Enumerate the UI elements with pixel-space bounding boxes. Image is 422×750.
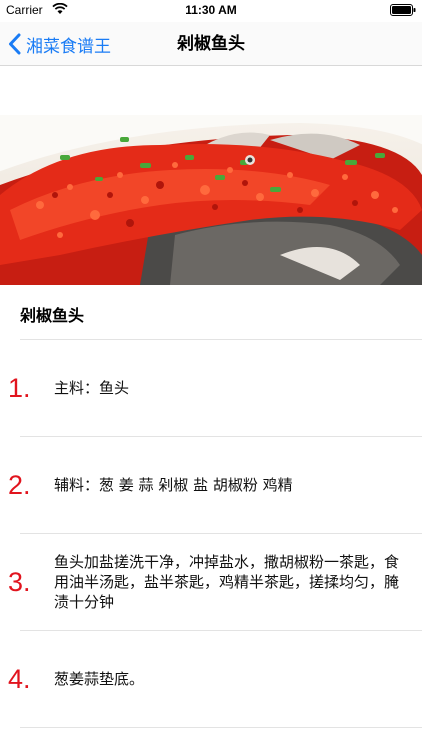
back-button-label: 湘菜食谱王	[26, 36, 111, 57]
step-text: 主料：鱼头	[54, 379, 130, 397]
step-number: 1.	[8, 373, 31, 403]
step-text: 辅料：葱 姜 蒜 剁椒 盐 胡椒粉 鸡精	[54, 476, 293, 494]
dish-image	[0, 115, 422, 285]
navigation-bar: 剁椒鱼头 湘菜食谱王	[0, 22, 422, 66]
divider	[20, 727, 422, 728]
fish-head-photo	[0, 115, 422, 285]
battery-icon	[390, 4, 416, 16]
step-text: 葱姜蒜垫底。	[54, 670, 145, 688]
list-item: 1. 主料：鱼头	[0, 340, 422, 437]
chevron-left-icon	[9, 33, 21, 55]
list-item: 3. 鱼头加盐搓洗干净，冲掉盐水，撒胡椒粉一茶匙，食用油半汤匙，盐半茶匙，鸡精半…	[0, 534, 422, 631]
status-time: 11:30 AM	[185, 3, 237, 17]
recipe-title: 剁椒鱼头	[20, 306, 85, 325]
status-bar: Carrier 11:30 AM	[0, 0, 422, 22]
list-item: 2. 辅料：葱 姜 蒜 剁椒 盐 胡椒粉 鸡精	[0, 437, 422, 534]
step-number: 2.	[8, 470, 31, 500]
step-text: 鱼头加盐搓洗干净，冲掉盐水，撒胡椒粉一茶匙，食用油半汤匙，盐半茶匙，鸡精半茶匙，…	[54, 553, 400, 611]
step-number: 3.	[8, 567, 31, 597]
back-button[interactable]: 湘菜食谱王	[8, 22, 111, 66]
recipe-steps-list: 1. 主料：鱼头 2. 辅料：葱 姜 蒜 剁椒 盐 胡椒粉 鸡精 3. 鱼头加盐…	[0, 340, 422, 728]
step-number: 4.	[8, 664, 31, 694]
list-item: 4. 葱姜蒜垫底。	[0, 631, 422, 728]
